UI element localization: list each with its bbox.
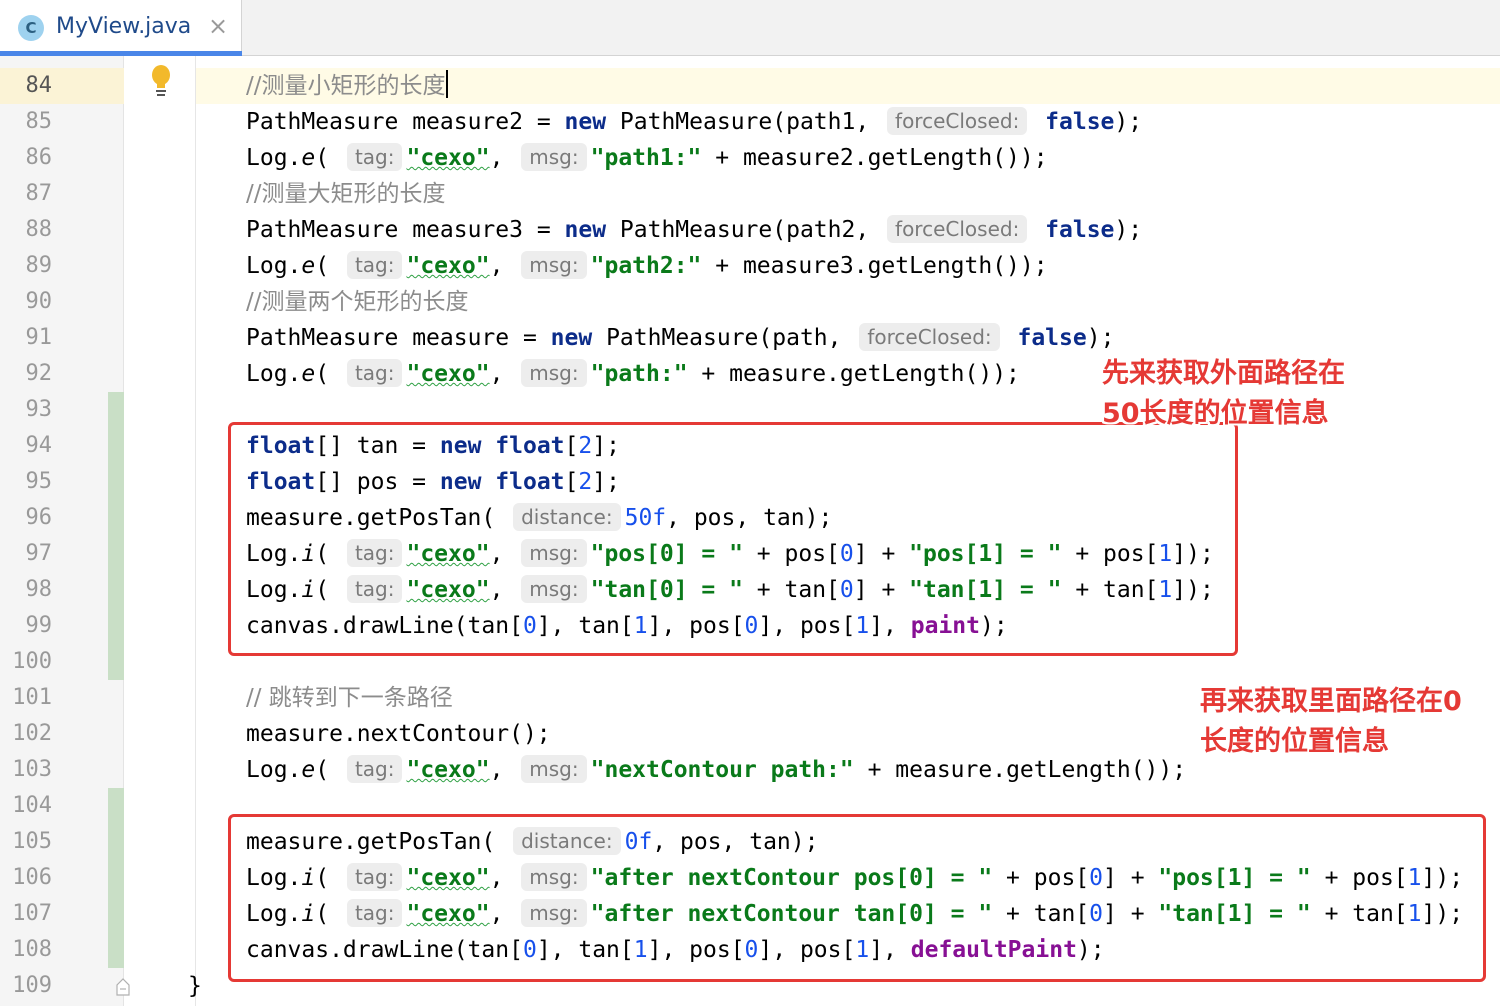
code-text[interactable]: //测量大矩形的长度 xyxy=(246,176,446,212)
param-hint: forceClosed: xyxy=(887,107,1028,135)
line-number: 86 xyxy=(25,145,53,170)
code-text[interactable]: PathMeasure measure3 = new PathMeasure(p… xyxy=(246,212,1142,248)
param-hint: forceClosed: xyxy=(859,323,1000,351)
code-text[interactable]: Log.e( tag: "cexo", msg: "path2:" + measur… xyxy=(246,248,1048,284)
line-number: 102 xyxy=(12,721,52,746)
line-number: 97 xyxy=(25,541,53,566)
param-hint: tag: xyxy=(346,755,403,783)
line-number: 101 xyxy=(12,685,52,710)
line-number: 99 xyxy=(25,613,53,638)
code-text[interactable]: //测量两个矩形的长度 xyxy=(246,284,469,320)
param-hint: tag: xyxy=(346,143,403,171)
line-number: 93 xyxy=(25,397,53,422)
code-text[interactable]: //测量小矩形的长度 xyxy=(246,68,448,104)
code-line-86: 86 Log.e( tag: "cexo", msg: "path1:" + mea… xyxy=(0,140,1500,176)
param-hint: msg: xyxy=(521,755,587,783)
code-text[interactable]: PathMeasure measure = new PathMeasure(pa… xyxy=(246,320,1114,356)
param-hint: forceClosed: xyxy=(887,215,1028,243)
tab-myview-java[interactable]: C MyView.java × xyxy=(0,0,242,56)
code-line-88: 88 PathMeasure measure3 = new PathMeasur… xyxy=(0,212,1500,248)
line-number: 84 xyxy=(25,73,53,98)
line-number: 98 xyxy=(25,577,53,602)
code-text[interactable]: measure.nextContour(); xyxy=(246,716,551,752)
line-number: 95 xyxy=(25,469,53,494)
code-text[interactable]: } xyxy=(188,968,202,1004)
text-caret xyxy=(445,70,448,98)
line-number: 103 xyxy=(12,757,52,782)
annotation-first: 先来获取外面路径在 50长度的位置信息 xyxy=(1102,358,1345,429)
line-number: 94 xyxy=(25,433,53,458)
line-number: 109 xyxy=(12,973,52,998)
param-hint: tag: xyxy=(346,359,403,387)
line-number: 100 xyxy=(12,649,52,674)
line-number: 87 xyxy=(25,181,53,206)
code-line-91: 91 PathMeasure measure = new PathMeasure… xyxy=(0,320,1500,356)
code-text[interactable]: Log.e( tag: "cexo", msg: "nextContour path… xyxy=(246,752,1186,788)
line-number: 107 xyxy=(12,901,52,926)
line-number: 106 xyxy=(12,865,52,890)
tab-title: MyView.java xyxy=(56,14,192,39)
line-number: 92 xyxy=(25,361,53,386)
line-number: 104 xyxy=(12,793,52,818)
close-icon[interactable]: × xyxy=(208,12,228,40)
line-number: 88 xyxy=(25,217,53,242)
line-number: 85 xyxy=(25,109,53,134)
code-line-87: 87 //测量大矩形的长度 xyxy=(0,176,1500,212)
param-hint: msg: xyxy=(521,359,587,387)
code-text[interactable]: Log.e( tag: "cexo", msg: "path:" + measure… xyxy=(246,356,1020,392)
highlight-box-first xyxy=(228,422,1238,656)
param-hint: msg: xyxy=(521,143,587,171)
param-hint: msg: xyxy=(521,251,587,279)
line-number: 91 xyxy=(25,325,53,350)
editor-tab-bar: C MyView.java × xyxy=(0,0,1500,56)
line-number: 90 xyxy=(25,289,53,314)
code-text[interactable]: // 跳转到下一条路径 xyxy=(246,680,453,716)
code-line-85: 85 PathMeasure measure2 = new PathMeasur… xyxy=(0,104,1500,140)
code-editor[interactable]: 84 //测量小矩形的长度 85 PathMeasure measure2 = … xyxy=(0,56,1500,1006)
annotation-second: 再来获取里面路径在0 长度的位置信息 xyxy=(1200,686,1462,757)
code-line-90: 90 //测量两个矩形的长度 xyxy=(0,284,1500,320)
highlight-box-second xyxy=(228,814,1486,982)
code-text[interactable]: PathMeasure measure2 = new PathMeasure(p… xyxy=(246,104,1142,140)
line-number: 105 xyxy=(12,829,52,854)
line-number: 96 xyxy=(25,505,53,530)
code-line-84: 84 //测量小矩形的长度 xyxy=(0,68,1500,104)
param-hint: tag: xyxy=(346,251,403,279)
code-line-89: 89 Log.e( tag: "cexo", msg: "path2:" + mea… xyxy=(0,248,1500,284)
line-number: 108 xyxy=(12,937,52,962)
java-class-icon: C xyxy=(18,15,44,41)
code-text[interactable]: Log.e( tag: "cexo", msg: "path1:" + measur… xyxy=(246,140,1048,176)
line-number: 89 xyxy=(25,253,53,278)
